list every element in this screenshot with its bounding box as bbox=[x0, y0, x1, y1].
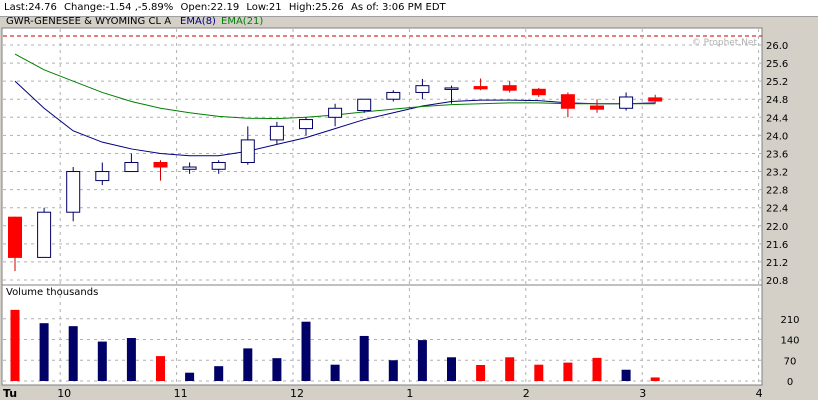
candle-up bbox=[240, 139, 255, 163]
volume-bar bbox=[534, 364, 544, 381]
candle-down bbox=[502, 85, 517, 91]
candle-up bbox=[328, 107, 343, 118]
volume-bar bbox=[447, 357, 456, 381]
price-tick-label: 21.2 bbox=[766, 258, 788, 269]
price-panel bbox=[1, 27, 763, 286]
price-tick-label: 22.0 bbox=[766, 222, 788, 233]
volume-bar bbox=[185, 372, 195, 381]
volume-bar bbox=[563, 362, 573, 381]
candle-up bbox=[619, 96, 634, 109]
volume-bar bbox=[272, 358, 282, 381]
time-tick-label: 12 bbox=[290, 387, 304, 400]
candle-up bbox=[124, 162, 139, 173]
time-tick-label: 3 bbox=[639, 387, 646, 400]
candle-down bbox=[648, 97, 663, 102]
candle-down bbox=[473, 86, 488, 90]
chart-window: Last:24.76 Change:-1.54 ,-5.89% Open:22.… bbox=[0, 0, 818, 400]
price-tick-label: 25.6 bbox=[766, 59, 788, 70]
time-tick-label: Tu bbox=[3, 387, 17, 400]
volume-bar bbox=[39, 323, 49, 381]
volume-bar bbox=[126, 338, 136, 381]
time-tick-label: 11 bbox=[174, 387, 188, 400]
legend-ema8: EMA(8) bbox=[180, 16, 216, 27]
time-tick-label: 4 bbox=[756, 387, 763, 400]
candle-up bbox=[211, 162, 226, 170]
price-tick-label: 22.4 bbox=[766, 204, 788, 215]
candle-up bbox=[386, 91, 401, 100]
volume-bar bbox=[388, 360, 398, 381]
candle-down bbox=[153, 162, 168, 168]
candle-up bbox=[415, 85, 430, 93]
volume-bar bbox=[10, 309, 20, 381]
candle-down bbox=[590, 105, 604, 110]
volume-bar bbox=[476, 364, 486, 381]
volume-bar bbox=[68, 326, 78, 381]
volume-bar bbox=[156, 356, 165, 381]
candle-up bbox=[66, 171, 81, 213]
volume-title: Volume thousands bbox=[6, 287, 98, 298]
volume-bar bbox=[592, 357, 602, 381]
price-tick-label: 22.8 bbox=[766, 186, 788, 197]
volume-bar bbox=[505, 357, 515, 381]
volume-bar bbox=[243, 348, 253, 381]
watermark: © Prophet.Net bbox=[692, 38, 758, 48]
volume-tick-label: 70 bbox=[784, 356, 797, 367]
volume-bar bbox=[359, 335, 369, 381]
candle-up bbox=[95, 171, 110, 182]
legend-symbol: GWR-GENESEE & WYOMING CL A bbox=[6, 16, 171, 27]
legend-ema21: EMA(21) bbox=[221, 16, 263, 27]
price-tick-label: 24.4 bbox=[766, 113, 788, 124]
price-tick-label: 26.0 bbox=[766, 41, 788, 52]
candle-up bbox=[444, 87, 459, 90]
candle-up bbox=[37, 211, 52, 258]
volume-tick-label: 210 bbox=[780, 315, 799, 326]
volume-bar bbox=[330, 364, 340, 381]
candle-up bbox=[182, 166, 197, 170]
volume-bar bbox=[214, 366, 224, 381]
candle-up bbox=[299, 119, 313, 130]
volume-bar bbox=[301, 321, 311, 381]
candle-down bbox=[8, 216, 22, 258]
candle-up bbox=[269, 125, 284, 141]
price-tick-label: 23.2 bbox=[766, 168, 788, 179]
volume-bar bbox=[97, 341, 107, 381]
candle-down bbox=[560, 94, 575, 109]
price-tick-label: 23.6 bbox=[766, 149, 788, 160]
price-tick-label: 24.8 bbox=[766, 95, 788, 106]
volume-bar bbox=[621, 369, 631, 381]
candle-down bbox=[531, 88, 546, 96]
volume-bar bbox=[650, 377, 660, 381]
price-tick-label: 21.6 bbox=[766, 240, 788, 251]
volume-tick-label: 140 bbox=[780, 336, 799, 347]
volume-bar bbox=[417, 340, 427, 381]
price-tick-label: 25.2 bbox=[766, 77, 788, 88]
time-tick-label: 1 bbox=[406, 387, 413, 400]
price-tick-label: 24.0 bbox=[766, 131, 788, 142]
time-tick-label: 10 bbox=[57, 387, 71, 400]
volume-panel bbox=[1, 284, 763, 386]
price-tick-label: 20.8 bbox=[766, 276, 788, 287]
price-volume-chart: 20.8 21.2 21.6 22.0 22.4 22.8 23.2 23.6 24.0 24.4… bbox=[1, 16, 800, 400]
candle-up bbox=[357, 98, 372, 112]
volume-tick-label: 0 bbox=[787, 377, 793, 388]
time-tick-label: 2 bbox=[523, 387, 530, 400]
